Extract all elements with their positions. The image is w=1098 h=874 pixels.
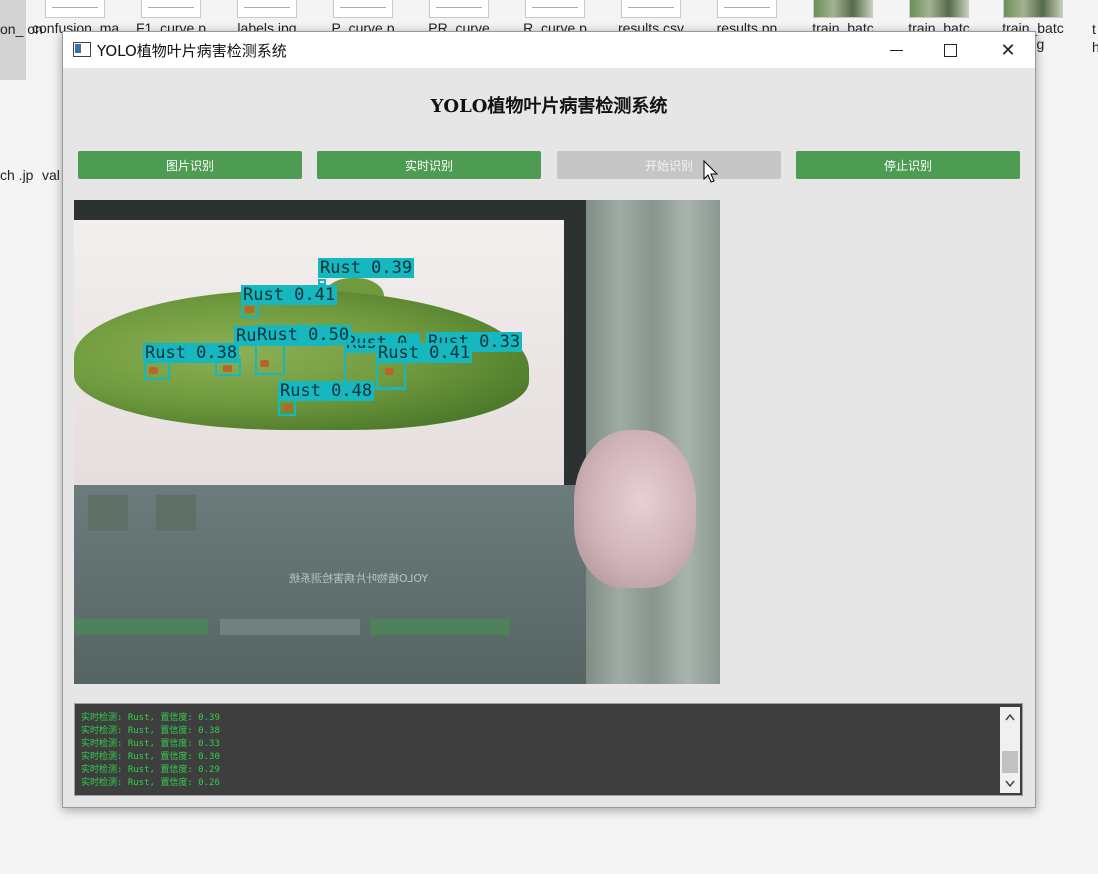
desktop-selected-icon[interactable] bbox=[0, 0, 26, 80]
scroll-up-button[interactable] bbox=[1000, 707, 1020, 727]
chevron-up-icon bbox=[1005, 713, 1015, 720]
stop-detect-button[interactable]: 停止识别 bbox=[796, 151, 1020, 179]
image-detect-button[interactable]: 图片识别 bbox=[78, 151, 302, 179]
log-line: 实时检测: Rust, 置信度: 0.33 bbox=[81, 739, 220, 749]
file-thumbnail-icon bbox=[45, 0, 105, 18]
chevron-down-icon bbox=[1005, 780, 1015, 787]
file-thumbnail-icon bbox=[429, 0, 489, 18]
image-thumbnail-icon bbox=[813, 0, 873, 18]
file-thumbnail-icon bbox=[237, 0, 297, 18]
app-window-icon bbox=[73, 42, 91, 57]
detection-box bbox=[278, 399, 296, 416]
finger bbox=[574, 430, 696, 588]
maximize-button[interactable] bbox=[927, 32, 973, 68]
detection-log[interactable]: 实时检测: Rust, 置信度: 0.39 实时检测: Rust, 置信度: 0… bbox=[74, 703, 1023, 796]
title-bar[interactable]: YOLO植物叶片病害检测系统 ✕ bbox=[63, 32, 1035, 68]
image-thumbnail-icon bbox=[1003, 0, 1063, 18]
desktop-icon-partial-2[interactable]: ch .jp bbox=[0, 166, 33, 184]
detection-label: Rust 0.41 bbox=[241, 285, 338, 305]
log-line: 实时检测: Rust, 置信度: 0.26 bbox=[81, 778, 220, 788]
mirrored-screen-text: YOLO植物叶片病害检测系统 bbox=[289, 572, 429, 585]
log-scrollbar[interactable] bbox=[1000, 707, 1020, 793]
file-thumbnail-icon bbox=[717, 0, 777, 18]
detection-label: Rust 0.50 bbox=[255, 325, 352, 345]
log-line: 实时检测: Rust, 置信度: 0.38 bbox=[81, 726, 220, 736]
log-line: 实时检测: Rust, 置信度: 0.30 bbox=[81, 752, 220, 762]
detection-label: Rust 0.41 bbox=[376, 343, 473, 363]
detection-box bbox=[144, 360, 170, 380]
detection-label: Rust 0.48 bbox=[278, 381, 375, 401]
close-icon: ✕ bbox=[1000, 39, 1016, 61]
start-detect-button[interactable]: 开始识别 bbox=[557, 151, 781, 179]
window-title: YOLO植物叶片病害检测系统 bbox=[97, 42, 287, 60]
minimize-icon bbox=[889, 49, 903, 51]
close-button[interactable]: ✕ bbox=[985, 32, 1031, 68]
scrollbar-thumb[interactable] bbox=[1002, 751, 1018, 773]
realtime-detect-button[interactable]: 实时识别 bbox=[317, 151, 541, 179]
detection-box bbox=[215, 358, 241, 376]
maximize-icon bbox=[943, 43, 957, 57]
app-window: YOLO植物叶片病害检测系统 ✕ YOLO植物叶片病害检测系统 图片识别 实时识… bbox=[62, 31, 1036, 808]
log-lines: 实时检测: Rust, 置信度: 0.39 实时检测: Rust, 置信度: 0… bbox=[81, 712, 220, 790]
detection-box bbox=[376, 360, 406, 390]
detection-box bbox=[255, 342, 285, 375]
log-line: 实时检测: Rust, 置信度: 0.29 bbox=[81, 765, 220, 775]
file-thumbnail-icon bbox=[525, 0, 585, 18]
log-line: 实时检测: Rust, 置信度: 0.39 bbox=[81, 713, 220, 723]
scroll-down-button[interactable] bbox=[1000, 773, 1020, 793]
detection-label: Rust 0.39 bbox=[318, 258, 415, 278]
spreadsheet-icon bbox=[621, 0, 681, 18]
file-thumbnail-icon bbox=[141, 0, 201, 18]
page-title: YOLO植物叶片病害检测系统 bbox=[430, 96, 668, 117]
file-thumbnail-icon bbox=[333, 0, 393, 18]
image-thumbnail-icon bbox=[909, 0, 969, 18]
minimize-button[interactable] bbox=[873, 32, 919, 68]
camera-view: YOLO植物叶片病害检测系统 Rust 0.39 Rust 0.41 Rust … bbox=[74, 200, 720, 684]
desktop-icon-partial-4[interactable]: t h bbox=[1092, 20, 1098, 56]
